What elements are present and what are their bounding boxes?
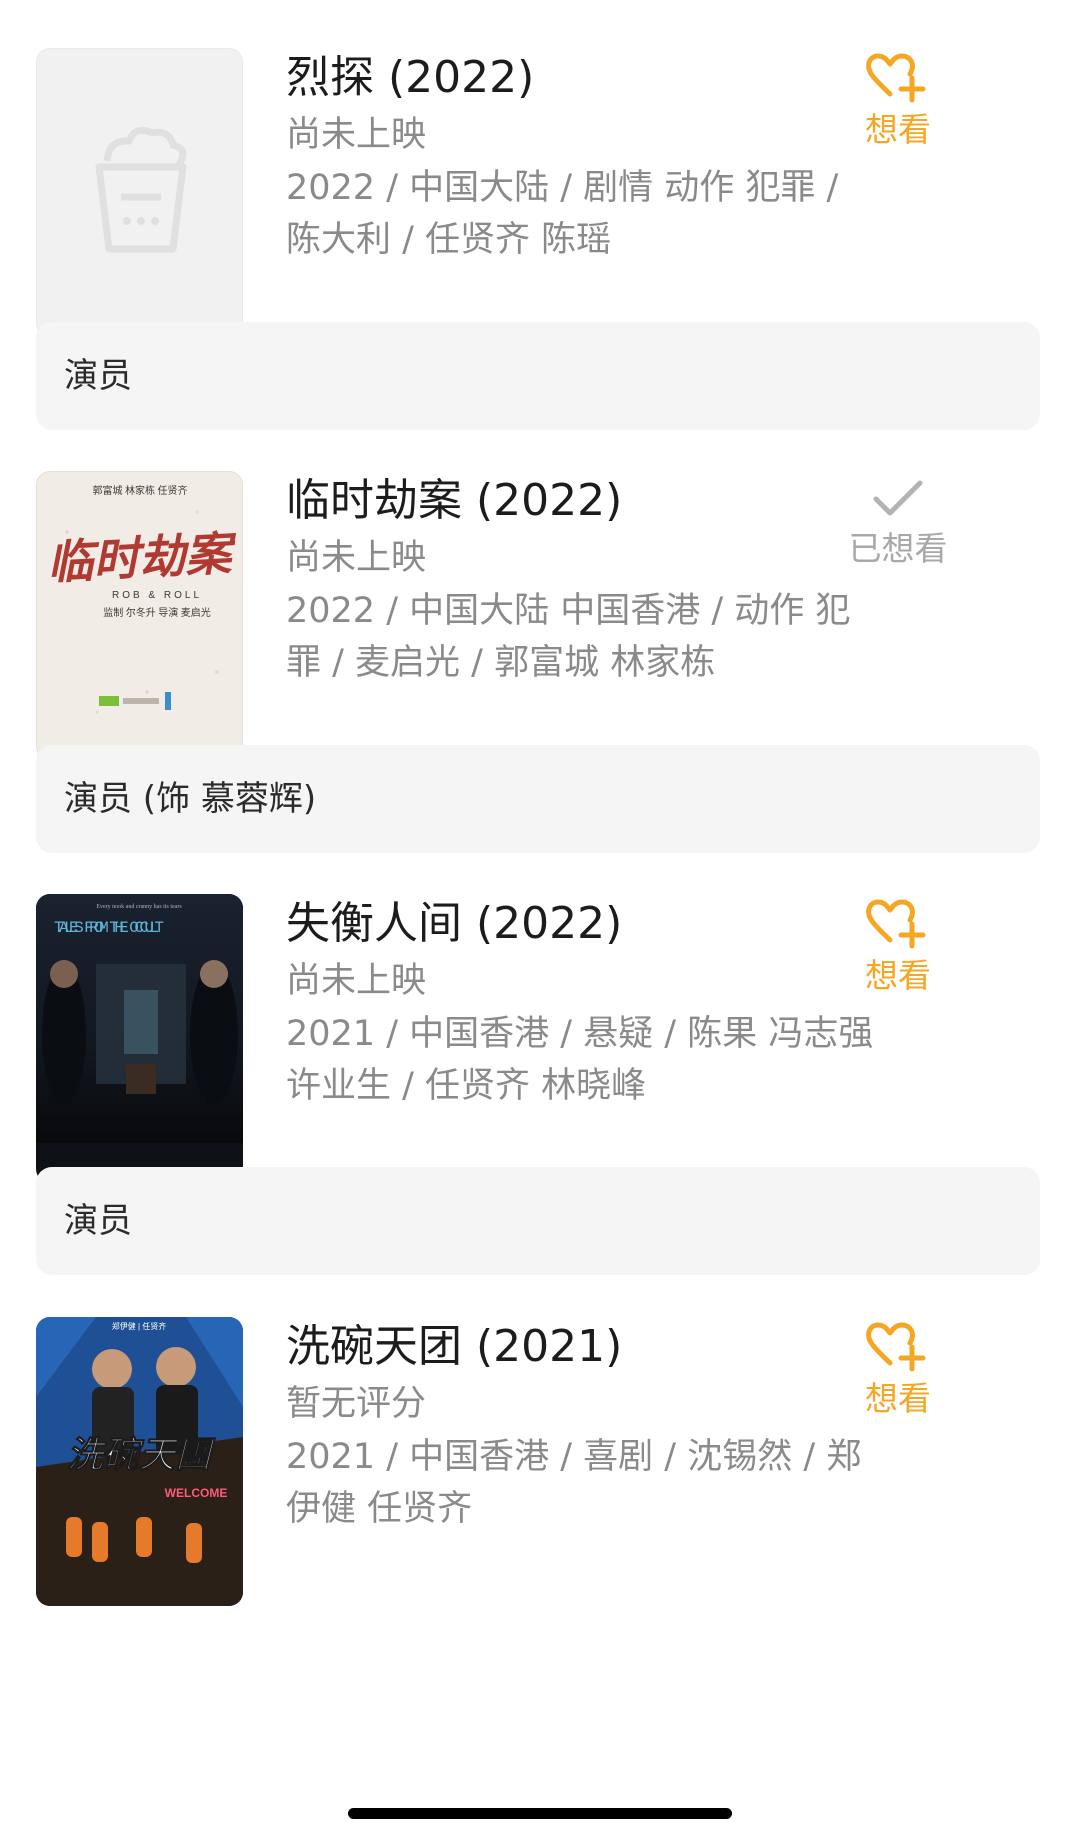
popcorn-icon [95, 126, 187, 253]
poster-sign: WELCOME [165, 1486, 228, 1500]
poster-art: 郑伊健 | 任贤齐 洗碗天團 WELCOME [36, 1317, 243, 1606]
movie-title[interactable]: 失衡人间 (2022) [286, 894, 886, 954]
role-bar[interactable]: 演员 [36, 1167, 1040, 1275]
want-to-watch-button[interactable]: 想看 [838, 52, 958, 152]
movie-list-page: 烈探 (2022) 尚未上映 2022 / 中国大陆 / 剧情 动作 犯罪 / … [0, 0, 1080, 1829]
poster-rob-and-roll[interactable]: 郭富城 林家栋 任贤齐 临时劫案 ROB & ROLL 监制 尔冬升 导演 麦启… [36, 471, 243, 760]
poster-tales-from-the-occult[interactable]: Every nook and cranny has its tears TALE… [36, 894, 243, 1183]
movie-status: 暂无评分 [286, 1384, 427, 1424]
role-text: 演员 (饰 慕蓉辉) [64, 779, 317, 819]
poster-dishwasher-crew[interactable]: 郑伊健 | 任贤齐 洗碗天團 WELCOME [36, 1317, 243, 1606]
movie-meta: 2021 / 中国香港 / 喜剧 / 沈锡然 / 郑伊健 任贤齐 [286, 1437, 862, 1529]
movie-item[interactable]: 郭富城 林家栋 任贤齐 临时劫案 ROB & ROLL 监制 尔冬升 导演 麦启… [0, 471, 1080, 771]
poster-cast: 郑伊健 | 任贤齐 [112, 1321, 167, 1331]
role-text: 演员 [64, 356, 132, 396]
movie-status: 尚未上映 [286, 961, 427, 1001]
role-text: 演员 [64, 1201, 132, 1241]
wanted-button[interactable]: 已想看 [828, 475, 968, 571]
poster-tagline: Every nook and cranny has its tears [96, 904, 182, 910]
movie-info: 烈探 (2022) 尚未上映 2022 / 中国大陆 / 剧情 动作 犯罪 / … [286, 48, 886, 266]
heart-plus-icon [866, 53, 926, 103]
movie-title[interactable]: 洗碗天团 (2021) [286, 1317, 886, 1377]
poster-subtitle: ROB & ROLL [112, 590, 202, 601]
poster-title: 洗碗天團 [67, 1435, 216, 1475]
wanted-label: 已想看 [848, 529, 948, 568]
want-to-watch-label: 想看 [865, 1379, 931, 1418]
movie-meta: 2022 / 中国大陆 / 剧情 动作 犯罪 / 陈大利 / 任贤齐 陈瑶 [286, 168, 839, 260]
want-to-watch-label: 想看 [865, 956, 931, 995]
movie-meta: 2022 / 中国大陆 中国香港 / 动作 犯罪 / 麦启光 / 郭富城 林家栋 [286, 591, 851, 683]
movie-status: 尚未上映 [286, 115, 427, 155]
poster-credit: 监制 尔冬升 导演 麦启光 [103, 606, 211, 619]
poster-placeholder[interactable] [36, 48, 243, 337]
poster-title: 临时劫案 [46, 528, 239, 589]
movie-status: 尚未上映 [286, 538, 427, 578]
movie-info: 洗碗天团 (2021) 暂无评分 2021 / 中国香港 / 喜剧 / 沈锡然 … [286, 1317, 886, 1535]
role-bar[interactable]: 演员 (饰 慕蓉辉) [36, 745, 1040, 853]
want-to-watch-button[interactable]: 想看 [838, 898, 958, 998]
heart-plus-icon [866, 899, 926, 949]
movie-item[interactable]: 烈探 (2022) 尚未上映 2022 / 中国大陆 / 剧情 动作 犯罪 / … [0, 48, 1080, 348]
want-to-watch-label: 想看 [865, 110, 931, 149]
poster-title: TALES FROM THE OCCULT [54, 919, 164, 937]
movie-title[interactable]: 烈探 (2022) [286, 48, 886, 108]
movie-info: 失衡人间 (2022) 尚未上映 2021 / 中国香港 / 悬疑 / 陈果 冯… [286, 894, 886, 1112]
poster-art: Every nook and cranny has its tears TALE… [36, 894, 243, 1143]
poster-art: 郭富城 林家栋 任贤齐 临时劫案 ROB & ROLL 监制 尔冬升 导演 麦启… [37, 472, 242, 759]
movie-info: 临时劫案 (2022) 尚未上映 2022 / 中国大陆 中国香港 / 动作 犯… [286, 471, 886, 689]
home-indicator[interactable] [348, 1808, 732, 1819]
heart-plus-icon [866, 1322, 926, 1372]
movie-meta: 2021 / 中国香港 / 悬疑 / 陈果 冯志强 许业生 / 任贤齐 林晓峰 [286, 1014, 874, 1106]
movie-item[interactable]: Every nook and cranny has its tears TALE… [0, 894, 1080, 1194]
poster-cast: 郭富城 林家栋 任贤齐 [93, 484, 188, 497]
check-icon [873, 480, 923, 516]
role-bar[interactable]: 演员 [36, 322, 1040, 430]
want-to-watch-button[interactable]: 想看 [838, 1321, 958, 1421]
movie-item[interactable]: 郑伊健 | 任贤齐 洗碗天團 WELCOME 洗碗天团 (2021) 暂无评分 … [0, 1317, 1080, 1617]
movie-title[interactable]: 临时劫案 (2022) [286, 471, 886, 531]
